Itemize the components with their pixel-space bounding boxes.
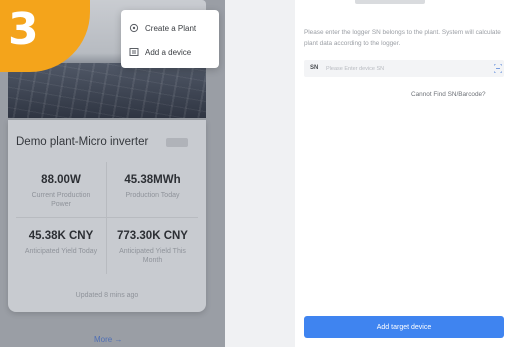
- menu-item-label: Add a device: [145, 47, 192, 57]
- stat-label: Anticipated Yield Today: [24, 248, 98, 255]
- menu-item-create-plant[interactable]: Create a Plant: [129, 21, 196, 35]
- cannot-find-sn-link[interactable]: Cannot Find SN/Barcode?: [411, 91, 486, 98]
- plant-title: Demo plant-Micro inverter: [16, 136, 149, 148]
- stat-label: Anticipated Yield This Month: [119, 248, 186, 264]
- updated-time: Updated 8 mins ago: [75, 292, 139, 299]
- add-menu-dropdown: Create a Plant Add a device: [121, 10, 219, 68]
- plant-status-badge: [166, 138, 188, 147]
- scan-barcode-icon[interactable]: [494, 64, 502, 73]
- device-icon: [129, 48, 139, 56]
- stat-yield-today: 45.38K CNY Anticipated Yield Today: [16, 218, 107, 274]
- stat-yield-month: 773.30K CNY Anticipated Yield This Month: [107, 218, 198, 274]
- sn-label: SN: [310, 65, 319, 71]
- stat-current-power: 88.00W Current Production Power: [16, 162, 107, 218]
- more-link[interactable]: More →: [94, 335, 122, 344]
- plant-icon: [129, 23, 139, 33]
- plant-overview-panel: Demo plant-Micro inverter 88.00W Current…: [0, 0, 225, 347]
- stat-value: 88.00W: [41, 174, 81, 186]
- add-target-device-button[interactable]: Add target device: [304, 316, 504, 338]
- stat-label: Production Today: [125, 192, 180, 199]
- instructions-text: Please enter the logger SN belongs to th…: [304, 29, 501, 47]
- stat-production-today: 45.38MWh Production Today: [107, 162, 198, 218]
- stat-value: 773.30K CNY: [117, 230, 188, 242]
- stat-value: 45.38K CNY: [28, 230, 94, 242]
- stat-value: 45.38MWh: [124, 174, 181, 186]
- menu-item-label: Create a Plant: [145, 23, 197, 33]
- panel-gap: [225, 0, 295, 347]
- sn-field[interactable]: SN: [304, 60, 504, 77]
- add-device-panel: Please enter the logger SN belongs to th…: [295, 0, 509, 347]
- plant-stats: 88.00W Current Production Power 45.38MWh…: [16, 162, 198, 274]
- sn-input[interactable]: [326, 62, 476, 75]
- plant-card[interactable]: Demo plant-Micro inverter 88.00W Current…: [8, 120, 206, 312]
- stat-label: Current Production Power: [31, 192, 91, 208]
- step-number: 3: [8, 4, 39, 55]
- menu-item-add-device[interactable]: Add a device: [129, 45, 191, 59]
- page-title-placeholder: [355, 0, 425, 4]
